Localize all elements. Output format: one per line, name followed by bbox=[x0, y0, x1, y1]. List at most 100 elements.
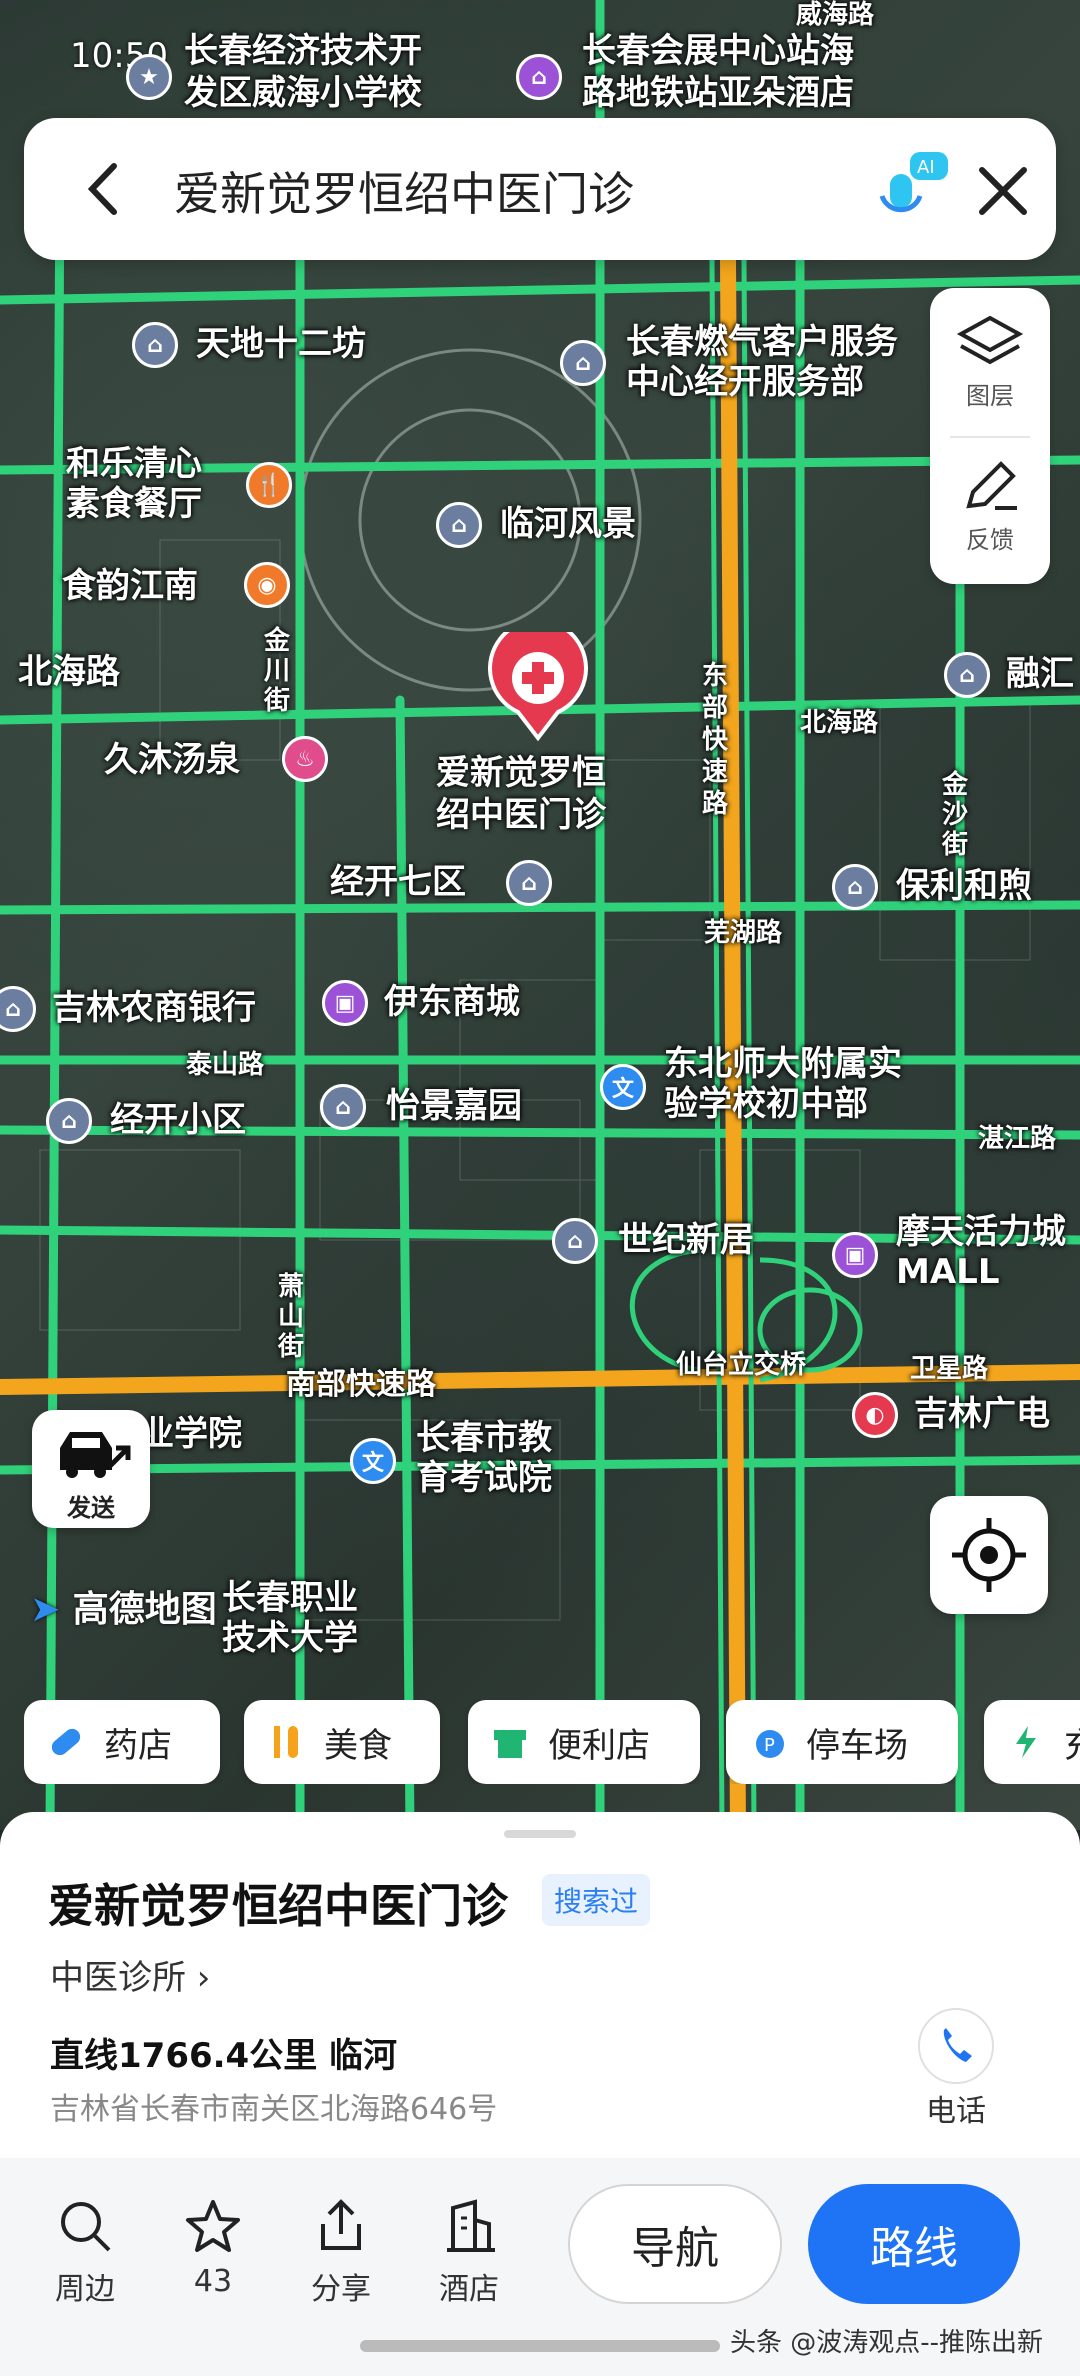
spa-pin-icon[interactable]: ♨ bbox=[282, 736, 328, 782]
poi-label[interactable]: 长春燃气客户服务 中心经开服务部 bbox=[626, 322, 898, 402]
poi-label[interactable]: 融汇 bbox=[1006, 654, 1074, 694]
call-button[interactable] bbox=[918, 2008, 994, 2084]
school-pin-icon[interactable]: 文 bbox=[350, 1438, 396, 1484]
road-label: 北海路 bbox=[800, 708, 879, 738]
poi-label[interactable]: 久沐汤泉 bbox=[104, 740, 240, 780]
poi-label[interactable]: 伊东商城 bbox=[384, 982, 520, 1022]
poi-label[interactable]: 长春市教 育考试院 bbox=[416, 1418, 552, 1498]
selected-poi-marker[interactable] bbox=[488, 618, 588, 742]
chip-charging[interactable]: 充 bbox=[984, 1700, 1080, 1784]
map-side-panel: 图层 反馈 bbox=[930, 288, 1050, 584]
amap-logo: ➤ 高德地图 bbox=[30, 1580, 217, 1632]
selected-poi-label[interactable]: 爱新觉罗恒 绍中医门诊 bbox=[436, 752, 606, 836]
road-label: 泰山路 bbox=[186, 1050, 265, 1080]
school-pin-icon[interactable]: 文 bbox=[600, 1064, 646, 1110]
poi-title: 爱新觉罗恒绍中医门诊 bbox=[48, 1879, 508, 1933]
building-pin-icon[interactable]: ⌂ bbox=[944, 652, 990, 698]
send-label: 发送 bbox=[67, 1494, 115, 1522]
favorite-button[interactable]: 43 bbox=[158, 2198, 268, 2299]
restaurant-pin-icon[interactable]: 🍴 bbox=[246, 462, 292, 508]
poi-label[interactable]: 经开小区 bbox=[110, 1100, 246, 1140]
feedback-button[interactable]: 反馈 bbox=[930, 456, 1050, 555]
parking-icon: P bbox=[756, 1730, 784, 1758]
poi-label[interactable]: 食韵江南 bbox=[62, 566, 198, 606]
school-pin-icon[interactable]: ★ bbox=[126, 54, 172, 100]
poi-label[interactable]: 和乐清心 素食餐厅 bbox=[66, 444, 202, 524]
road-label: 南部快速路 bbox=[286, 1367, 436, 1402]
chip-food[interactable]: 美食 bbox=[244, 1700, 440, 1784]
layers-button[interactable]: 图层 bbox=[930, 312, 1050, 411]
hotel-button[interactable]: 酒店 bbox=[414, 2198, 524, 2308]
building-pin-icon[interactable]: ⌂ bbox=[132, 322, 178, 368]
share-button[interactable]: 分享 bbox=[286, 2198, 396, 2308]
pill-icon bbox=[51, 1728, 81, 1756]
chip-parking[interactable]: P 停车场 bbox=[726, 1700, 958, 1784]
route-button[interactable]: 路线 bbox=[808, 2184, 1020, 2304]
hotel-icon bbox=[447, 2199, 495, 2252]
poi-label[interactable]: 保利和煦 bbox=[896, 866, 1032, 906]
shopping-pin-icon[interactable]: ▣ bbox=[832, 1232, 878, 1278]
poi-label[interactable]: 世纪新居 bbox=[618, 1220, 754, 1260]
favorite-count: 43 bbox=[193, 2264, 233, 2299]
poi-line: 爱新觉罗恒 bbox=[436, 753, 606, 793]
poi-line: 中心经开服务部 bbox=[626, 362, 864, 402]
poi-label[interactable]: 吉林广电 bbox=[914, 1394, 1050, 1434]
car-send-icon bbox=[60, 1432, 131, 1478]
poi-label[interactable]: 经开七区 bbox=[330, 862, 466, 902]
sheet-drag-handle[interactable] bbox=[504, 1830, 576, 1838]
send-to-car-button[interactable]: 发送 bbox=[32, 1410, 150, 1528]
share-icon bbox=[321, 2199, 361, 2250]
call-label: 电话 bbox=[926, 2094, 986, 2129]
poi-label[interactable]: 临河风景 bbox=[500, 504, 636, 544]
poi-line: 路地铁站亚朵酒店 bbox=[582, 73, 854, 113]
phone-icon bbox=[943, 2028, 972, 2062]
building-pin-icon[interactable]: ⌂ bbox=[506, 860, 552, 906]
poi-address: 吉林省长春市南关区北海路646号 bbox=[50, 2092, 498, 2127]
poi-category-link[interactable]: 中医诊所 › bbox=[50, 1950, 210, 1999]
poi-line: 长春经济技术开 bbox=[184, 31, 422, 71]
poi-label[interactable]: 摩天活力城 MALL bbox=[896, 1212, 1066, 1292]
poi-label[interactable]: 长春职业 技术大学 bbox=[222, 1578, 358, 1658]
building-pin-icon[interactable]: ⌂ bbox=[832, 864, 878, 910]
edit-icon bbox=[966, 461, 1017, 510]
layers-icon bbox=[956, 315, 1024, 365]
poi-label[interactable]: 怡景嘉园 bbox=[386, 1086, 522, 1126]
poi-line: 东北师大附属实 bbox=[664, 1044, 902, 1084]
poi-label[interactable]: 天地十二坊 bbox=[196, 324, 366, 364]
restaurant-pin-icon[interactable]: ◉ bbox=[244, 562, 290, 608]
locate-me-button[interactable] bbox=[930, 1496, 1048, 1614]
poi-detail-sheet: 爱新觉罗恒绍中医门诊 搜索过 中医诊所 › 直线1766.4公里 临河 吉林省长… bbox=[0, 1812, 1080, 2376]
poi-line: 技术大学 bbox=[222, 1618, 358, 1658]
building-pin-icon[interactable]: ⌂ bbox=[320, 1084, 366, 1130]
building-pin-icon[interactable]: ⌂ bbox=[46, 1098, 92, 1144]
home-indicator[interactable] bbox=[360, 2340, 720, 2352]
poi-label[interactable]: 吉林农商银行 bbox=[52, 988, 256, 1028]
chip-label: 美食 bbox=[324, 1725, 392, 1766]
category-chips: 药店 美食 便利店 P 停车场 充 bbox=[24, 1700, 1080, 1784]
shopping-pin-icon[interactable]: ▣ bbox=[322, 980, 368, 1026]
poi-line: 长春会展中心站海 bbox=[582, 31, 854, 71]
ai-voice-icon[interactable]: AI bbox=[864, 144, 954, 234]
poi-label[interactable]: 长春经济技术开 发区威海小学校 bbox=[184, 30, 422, 114]
hotel-pin-icon[interactable]: ⌂ bbox=[516, 54, 562, 100]
map-view[interactable]: 10:50 ★ 长春经济技术开 发区威海小学校 ⌂ 长春会展中心站海 路地铁站亚… bbox=[0, 0, 1080, 1830]
search-query[interactable]: 爱新觉罗恒绍中医门诊 bbox=[174, 158, 634, 224]
poi-line: 绍中医门诊 bbox=[436, 795, 606, 835]
navigate-button[interactable]: 导航 bbox=[568, 2184, 782, 2304]
building-pin-icon[interactable]: ⌂ bbox=[436, 502, 482, 548]
building-pin-icon[interactable]: ⌂ bbox=[560, 340, 606, 386]
poi-label[interactable]: 业学院 bbox=[140, 1414, 242, 1454]
close-icon[interactable] bbox=[968, 156, 1038, 226]
poi-label[interactable]: 长春会展中心站海 路地铁站亚朵酒店 bbox=[582, 30, 854, 114]
nearby-button[interactable]: 周边 bbox=[30, 2198, 140, 2308]
poi-distance: 直线1766.4公里 临河 bbox=[50, 2036, 398, 2076]
back-icon[interactable] bbox=[70, 154, 140, 224]
chip-convenience-store[interactable]: 便利店 bbox=[468, 1700, 700, 1784]
tv-station-pin-icon[interactable]: ◐ bbox=[852, 1392, 898, 1438]
building-pin-icon[interactable]: ⌂ bbox=[552, 1218, 598, 1264]
medical-pin-icon bbox=[488, 618, 588, 742]
chip-pharmacy[interactable]: 药店 bbox=[24, 1700, 220, 1784]
poi-label[interactable]: 东北师大附属实 验学校初中部 bbox=[664, 1044, 902, 1124]
chip-label: 停车场 bbox=[806, 1725, 908, 1766]
search-bar: 爱新觉罗恒绍中医门诊 AI bbox=[24, 118, 1056, 260]
